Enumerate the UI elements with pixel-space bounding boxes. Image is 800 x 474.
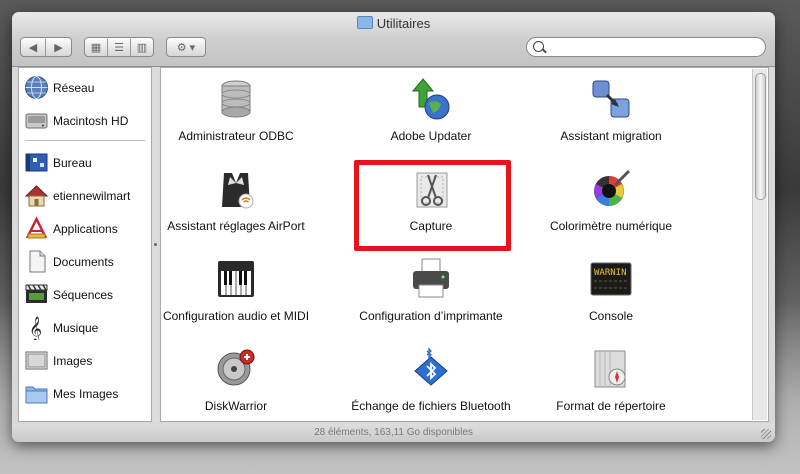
file-item-label: Administrateur ODBC <box>178 129 294 143</box>
gear-icon: ⚙ ▾ <box>176 42 196 54</box>
svg-text:WARNIN: WARNIN <box>594 268 627 278</box>
applications-icon <box>25 216 48 239</box>
window-title: Utilitaires <box>12 16 775 31</box>
status-bar: 28 éléments, 163,11 Go disponibles <box>12 424 775 442</box>
sidebar-item-macintosh-hd[interactable]: Macintosh HD <box>19 106 151 136</box>
sidebar-divider <box>25 140 145 141</box>
back-button[interactable]: ◀ <box>21 39 46 57</box>
search-icon <box>533 41 544 52</box>
sidebar-item-bureau[interactable]: Bureau <box>19 148 151 178</box>
file-item-label: Échange de fichiers Bluetooth <box>351 399 511 413</box>
svg-text:𝄞: 𝄞 <box>29 316 42 340</box>
file-item-label: DiskWarrior <box>204 399 268 413</box>
view-control: ▦ ☰ ▥ <box>84 37 154 57</box>
diskwarrior-icon <box>217 349 255 386</box>
sidebar: Réseau Macintosh HD Bureau etiennewilmar… <box>18 67 152 422</box>
adobe-updater-icon <box>411 78 450 120</box>
file-item-diskwarrior[interactable]: DiskWarrior <box>161 347 326 413</box>
database-icon <box>221 80 251 118</box>
file-item-label: Colorimètre numérique <box>549 219 673 233</box>
resize-grip-icon[interactable] <box>761 429 771 439</box>
home-icon <box>24 185 49 207</box>
file-item-airport[interactable]: Assistant réglages AirPort <box>161 167 326 233</box>
splitter-handle-icon <box>154 243 157 246</box>
sidebar-item-sequences[interactable]: Séquences <box>19 280 151 310</box>
list-view-button[interactable]: ☰ <box>108 39 131 57</box>
file-item-odbc[interactable]: Administrateur ODBC <box>161 77 326 143</box>
sidebar-item-reseau[interactable]: Réseau <box>19 73 151 103</box>
file-item-label: Format de répertoire <box>556 399 666 413</box>
documents-icon <box>29 250 46 273</box>
globe-icon <box>25 76 48 99</box>
scrollbar-thumb[interactable] <box>755 73 766 200</box>
file-item-label: Configuration d’imprimante <box>359 309 503 323</box>
file-item-directory[interactable]: Format de répertoire <box>521 347 701 413</box>
sidebar-item-label: Mes Images <box>53 387 119 401</box>
film-icon <box>25 284 48 303</box>
sidebar-item-home[interactable]: etiennewilmart <box>19 181 151 211</box>
file-item-adobe-updater[interactable]: Adobe Updater <box>341 77 521 143</box>
sidebar-item-label: Documents <box>53 255 114 269</box>
piano-icon <box>218 261 254 297</box>
file-item-audio-midi[interactable]: Configuration audio et MIDI <box>161 257 326 323</box>
printer-icon <box>413 258 449 298</box>
file-item-console[interactable]: WARNIN Console <box>521 257 701 323</box>
file-item-colorimeter[interactable]: Colorimètre numérique <box>521 167 701 233</box>
file-item-label: Assistant migration <box>560 129 662 143</box>
capture-highlight-box <box>354 160 511 251</box>
file-item-bluetooth[interactable]: Échange de fichiers Bluetooth <box>341 347 521 413</box>
file-item-label: Configuration audio et MIDI <box>162 309 310 323</box>
colorimeter-icon <box>594 169 631 206</box>
file-item-migration[interactable]: Assistant migration <box>521 77 701 143</box>
console-icon: WARNIN <box>590 262 632 296</box>
sidebar-item-label: Musique <box>53 321 99 335</box>
sidebar-item-label: Applications <box>53 222 118 236</box>
sidebar-item-label: Images <box>53 354 93 368</box>
sidebar-splitter[interactable] <box>152 67 159 422</box>
sidebar-item-label: Macintosh HD <box>53 114 129 128</box>
file-item-label: Console <box>588 309 634 323</box>
hard-drive-icon <box>25 113 48 129</box>
vertical-scrollbar[interactable] <box>752 69 767 420</box>
folder-icon <box>356 16 373 29</box>
folder-icon <box>25 386 48 404</box>
sidebar-item-label: etiennewilmart <box>53 189 131 203</box>
action-menu-button[interactable]: ⚙ ▾ <box>166 37 206 57</box>
column-view-button[interactable]: ▥ <box>131 39 153 57</box>
airport-icon <box>222 173 254 209</box>
sidebar-item-documents[interactable]: Documents <box>19 247 151 277</box>
sidebar-item-label: Réseau <box>53 81 95 95</box>
file-item-printer[interactable]: Configuration d’imprimante <box>341 257 521 323</box>
file-item-label: Assistant réglages AirPort <box>167 219 305 233</box>
finder-window: Utilitaires ◀ ▶ ▦ ☰ ▥ ⚙ ▾ Réseau Macinto… <box>12 12 775 442</box>
pictures-icon <box>25 351 48 370</box>
back-forward-control: ◀ ▶ <box>20 37 72 57</box>
sidebar-item-mes-images[interactable]: Mes Images <box>19 379 151 409</box>
icon-view-button[interactable]: ▦ <box>85 39 108 57</box>
directory-icon <box>594 350 626 388</box>
forward-button[interactable]: ▶ <box>46 39 71 57</box>
search-field[interactable] <box>526 37 766 57</box>
desktop-icon <box>25 153 48 172</box>
sidebar-item-musique[interactable]: 𝄞 Musique <box>19 313 151 343</box>
status-text: 28 éléments, 163,11 Go disponibles <box>314 427 473 438</box>
toolbar: Utilitaires ◀ ▶ ▦ ☰ ▥ ⚙ ▾ <box>12 12 775 67</box>
sidebar-item-images[interactable]: Images <box>19 346 151 376</box>
migration-icon <box>592 80 630 118</box>
search-input[interactable] <box>547 39 761 57</box>
sidebar-item-label: Bureau <box>53 156 92 170</box>
file-item-label: Adobe Updater <box>390 129 472 143</box>
music-icon: 𝄞 <box>29 316 42 340</box>
sidebar-item-applications[interactable]: Applications <box>19 214 151 244</box>
bluetooth-icon <box>414 347 448 386</box>
sidebar-item-label: Séquences <box>53 288 114 302</box>
